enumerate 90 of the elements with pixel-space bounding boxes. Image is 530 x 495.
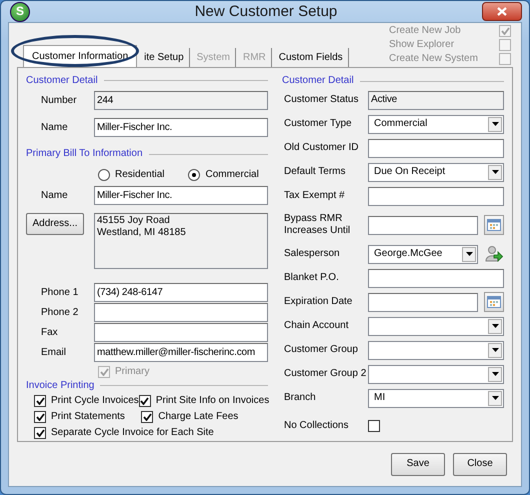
field-label: Phone 2 xyxy=(40,306,80,319)
text-field[interactable] xyxy=(368,138,504,158)
checkbox-label: Print Site Info on Invoices xyxy=(156,394,270,407)
caret-icon xyxy=(492,170,498,174)
radio-label: Residential xyxy=(115,168,164,180)
window-title: New Customer Setup xyxy=(194,2,338,20)
text-field[interactable] xyxy=(94,303,268,322)
address-button[interactable]: Address... xyxy=(26,213,84,236)
text-field[interactable] xyxy=(368,186,504,206)
text-field[interactable]: Miller-Fischer Inc. xyxy=(94,118,268,138)
checkmark-icon xyxy=(100,368,108,376)
checkbox-label: Charge Late Fees xyxy=(158,411,238,424)
dropdown-value: MI xyxy=(374,392,386,404)
field-label: Salesperson xyxy=(283,248,341,260)
radio-button[interactable] xyxy=(188,168,200,180)
checkbox[interactable] xyxy=(34,411,46,424)
caret-icon xyxy=(492,348,498,352)
dialog-button[interactable]: Close xyxy=(453,452,507,476)
dropdown-field[interactable]: George.McGee xyxy=(368,244,478,264)
calendar-button[interactable] xyxy=(484,215,504,235)
field-label: Name xyxy=(40,190,69,202)
checkbox[interactable] xyxy=(138,394,151,407)
field-label: Chain Account xyxy=(283,320,350,332)
section-heading: Customer Detail xyxy=(26,74,98,87)
text-field[interactable]: matthew.miller@miller-fischerinc.com xyxy=(94,343,268,362)
field-label: No Collections xyxy=(283,420,350,432)
caret-icon xyxy=(492,372,498,376)
caret-icon xyxy=(466,252,472,256)
calendar-icon xyxy=(487,296,501,308)
checkmark-icon xyxy=(500,27,510,35)
app-logo: S xyxy=(10,2,30,22)
field-label: Old Customer ID xyxy=(283,142,360,154)
checkbox[interactable] xyxy=(34,427,46,440)
text-field[interactable]: 244 xyxy=(94,91,268,110)
checkbox-label: Primary xyxy=(115,366,150,378)
field-label: Customer Group 2 xyxy=(283,368,368,380)
option-label: Show Explorer xyxy=(389,39,454,51)
dropdown-value: George.McGee xyxy=(374,248,442,260)
field-label: Email xyxy=(40,346,68,359)
field-label: Number xyxy=(40,94,78,107)
section-heading: Customer Detail xyxy=(282,75,354,87)
dropdown-field[interactable]: Commercial xyxy=(368,114,504,134)
person-arrow-icon xyxy=(485,245,503,263)
field-label: Bypass RMR Increases Until xyxy=(283,213,352,237)
dropdown-field[interactable]: MI xyxy=(368,388,504,408)
text-field[interactable] xyxy=(94,323,268,342)
checkbox[interactable] xyxy=(368,420,380,432)
dropdown-field[interactable] xyxy=(368,364,504,384)
dialog-button[interactable]: Save xyxy=(391,452,445,476)
lookup-button[interactable] xyxy=(484,244,504,264)
text-field[interactable] xyxy=(368,268,504,288)
field-label: Default Terms xyxy=(283,166,347,178)
dropdown-field[interactable] xyxy=(368,340,504,360)
checkbox[interactable] xyxy=(34,394,46,407)
checkbox-label: Print Statements xyxy=(51,411,125,424)
checkbox-label: Separate Cycle Invoice for Each Site xyxy=(51,427,214,440)
dropdown-value: Due On Receipt xyxy=(374,166,446,178)
dropdown-field[interactable]: Due On Receipt xyxy=(368,162,504,182)
option-label: Create New Job xyxy=(389,25,461,37)
close-button[interactable] xyxy=(482,2,522,21)
radio-button[interactable] xyxy=(98,168,110,180)
dropdown-field[interactable] xyxy=(368,316,504,336)
section-heading: Primary Bill To Information xyxy=(26,148,143,160)
caret-icon xyxy=(492,396,498,400)
address-field: 45155 Joy Road Westland, MI 48185 xyxy=(94,213,268,270)
option-label: Create New System xyxy=(389,53,478,65)
field-label: Customer Status xyxy=(283,94,360,106)
radio-label: Commercial xyxy=(205,168,259,180)
dropdown-value: Commercial xyxy=(374,118,428,130)
field-label: Branch xyxy=(283,392,317,404)
checkbox-label: Print Cycle Invoices xyxy=(51,394,139,407)
field-label: Tax Exempt # xyxy=(283,190,346,202)
field-label: Customer Type xyxy=(283,118,353,130)
caret-icon xyxy=(492,324,498,328)
date-field[interactable] xyxy=(368,216,478,234)
calendar-icon xyxy=(487,219,501,231)
field-label: Name xyxy=(40,122,69,134)
field-label: Expiration Date xyxy=(283,296,354,308)
caret-icon xyxy=(492,122,498,126)
checkbox[interactable] xyxy=(141,411,154,424)
field-label: Phone 1 xyxy=(40,286,80,299)
date-field[interactable] xyxy=(368,292,478,312)
field-label: Customer Group xyxy=(283,344,359,356)
text-field[interactable]: (734) 248-6147 xyxy=(94,283,268,302)
calendar-button[interactable] xyxy=(484,292,504,312)
text-field[interactable]: Miller-Fischer Inc. xyxy=(94,186,268,206)
section-heading: Invoice Printing xyxy=(26,380,94,392)
field-label: Fax xyxy=(40,326,59,339)
close-icon xyxy=(497,7,507,16)
field-label: Blanket P.O. xyxy=(283,272,340,284)
